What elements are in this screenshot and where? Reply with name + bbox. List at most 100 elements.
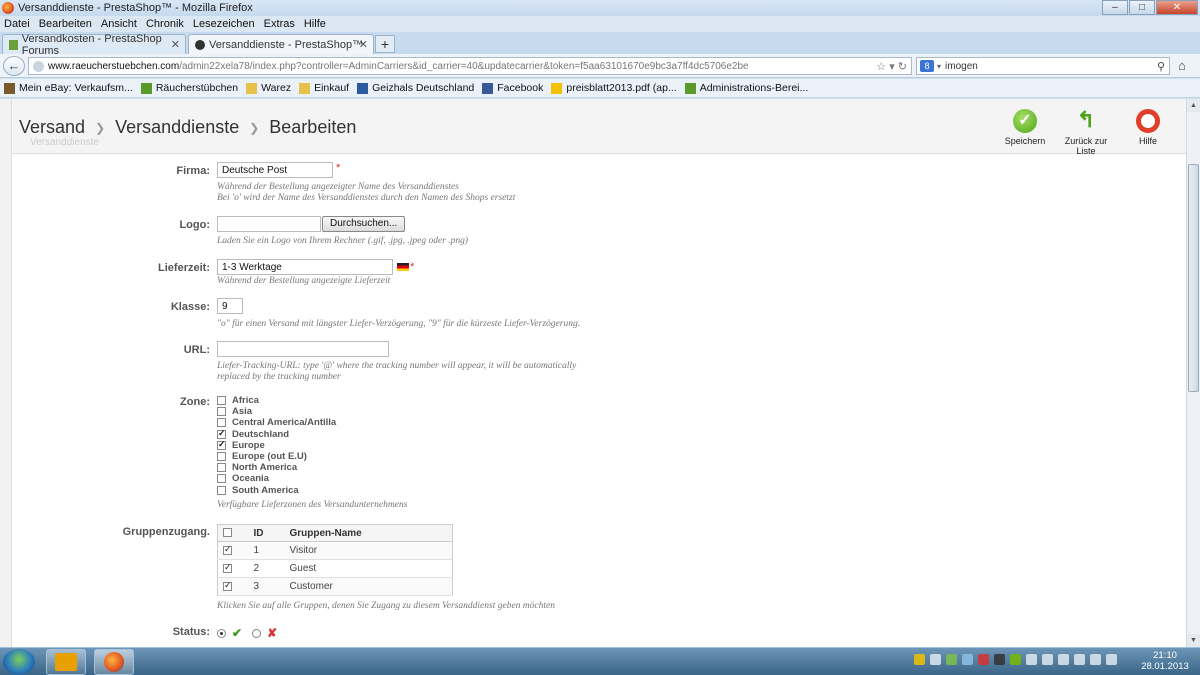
zone-item[interactable]: Central America/Antilla [217,417,407,428]
zone-item[interactable]: Europe [217,439,407,451]
zone-checkbox[interactable] [217,418,226,428]
back-to-list-button[interactable]: ↰ Zurück zur Liste [1054,109,1118,157]
bookmark-geizhals[interactable]: Geizhals Deutschland [357,82,474,94]
bookmark-label: preisblatt2013.pdf (ap... [566,82,677,94]
zone-item[interactable]: Asia [217,406,407,417]
menu-lesezeichen[interactable]: Lesezeichen [193,18,255,30]
vertical-scrollbar[interactable]: ▲ ▼ [1186,99,1200,647]
scroll-up-icon[interactable]: ▲ [1187,99,1200,112]
bookmark-warez[interactable]: Warez [246,82,291,94]
taskbar-firefox[interactable] [94,649,134,675]
zone-checkbox[interactable] [217,407,226,417]
zone-checkbox[interactable] [217,485,226,495]
flag-icon[interactable] [1106,654,1117,665]
home-icon[interactable]: ⌂ [1178,58,1186,73]
browse-button[interactable]: Durchsuchen... [322,216,406,232]
taskbar-clock[interactable]: 21:10 28.01.2013 [1140,650,1190,672]
menu-bearbeiten[interactable]: Bearbeiten [39,18,92,30]
scroll-down-icon[interactable]: ▼ [1187,634,1200,647]
group-checkbox[interactable] [223,562,232,573]
zone-item[interactable]: Deutschland [217,428,407,440]
tab-versanddienste[interactable]: Versanddienste - PrestaShop™ ✕ [188,34,374,54]
tray-app-icon[interactable] [946,654,957,665]
zone-checkbox[interactable] [217,463,226,473]
breadcrumb: Versand ❯ Versanddienste ❯ Bearbeiten [19,117,356,138]
zone-item[interactable]: South America [217,485,407,496]
bookmark-administration[interactable]: Administrations-Berei... [684,82,808,94]
menu-chronik[interactable]: Chronik [146,18,184,30]
nvidia-icon[interactable] [1010,654,1021,665]
tray-app-icon[interactable] [962,654,973,665]
tray-app-icon[interactable] [914,654,925,665]
url-host: www.raeucherstuebchen.com [48,60,180,72]
device-icon[interactable] [1058,654,1069,665]
tray-app-icon[interactable] [930,654,941,665]
zone-checkbox[interactable] [217,439,226,450]
firma-input[interactable]: Deutsche Post [217,162,333,178]
bookmark-ebay[interactable]: Mein eBay: Verkaufsm... [4,82,133,94]
tray-app-icon[interactable] [1026,654,1037,665]
network-icon[interactable] [1074,654,1085,665]
zone-checkbox[interactable] [217,452,226,462]
zone-item[interactable]: Europe (out E.U) [217,451,407,462]
table-row[interactable]: 3 Customer [217,577,453,596]
table-row[interactable]: 2 Guest [217,559,453,578]
maximize-button[interactable]: □ [1129,0,1155,15]
status-enabled-radio[interactable] [217,628,226,638]
url-bar-icons[interactable]: ☆ ▾ ↻ [876,60,907,73]
breadcrumb-versanddienste[interactable]: Versanddienste [115,117,239,138]
antivirus-icon[interactable] [978,654,989,665]
tray-app-icon[interactable] [994,654,1005,665]
zone-list: Africa Asia Central America/Antilla Deut… [217,395,407,511]
help-button[interactable]: Hilfe [1132,109,1164,146]
zone-checkbox[interactable] [217,428,226,439]
select-all-checkbox[interactable] [223,528,232,538]
close-tab-icon[interactable]: ✕ [359,38,368,51]
menu-extras[interactable]: Extras [264,18,295,30]
group-name: Visitor [289,541,453,560]
new-tab-button[interactable]: + [375,35,395,53]
zone-checkbox[interactable] [217,474,226,484]
klasse-input[interactable]: 9 [217,298,243,314]
chevron-down-icon[interactable]: ▾ [937,62,941,71]
url-bar[interactable]: www.raeucherstuebchen.com/admin22xela78/… [28,57,912,75]
zone-item[interactable]: Oceania [217,473,407,484]
url-input[interactable] [217,341,389,357]
globe-icon [33,60,44,72]
breadcrumb-versand[interactable]: Versand [19,117,85,138]
lieferzeit-input[interactable]: 1-3 Werktage [217,259,393,275]
search-bar[interactable]: 8 ▾ imogen ⚲ [916,57,1170,75]
menu-datei[interactable]: Datei [4,18,30,30]
minimize-button[interactable]: – [1102,0,1128,15]
close-tab-icon[interactable]: ✕ [171,38,180,51]
back-button[interactable]: ← [3,56,25,76]
group-checkbox[interactable] [223,544,232,555]
menu-hilfe[interactable]: Hilfe [304,18,326,30]
bookmark-raeucherstuebchen[interactable]: Räucherstübchen [140,82,238,94]
status-disabled-radio[interactable] [252,628,262,638]
german-flag-icon[interactable] [397,263,409,271]
zone-item[interactable]: Africa [217,395,407,406]
zone-item[interactable]: North America [217,462,407,473]
close-window-button[interactable]: ✕ [1156,0,1198,15]
bookmark-preisblatt[interactable]: preisblatt2013.pdf (ap... [551,82,677,94]
menu-ansicht[interactable]: Ansicht [101,18,137,30]
table-row[interactable]: 1 Visitor [217,541,453,560]
bluetooth-icon[interactable] [1042,654,1053,665]
bookmark-facebook[interactable]: Facebook [482,82,543,94]
label-zone: Zone: [180,396,210,408]
zone-checkbox[interactable] [217,396,226,406]
save-button[interactable]: ✓ Speichern [1002,109,1048,146]
search-icon[interactable]: ⚲ [1157,60,1165,73]
search-engine-icon[interactable]: 8 [920,60,934,72]
start-button[interactable] [3,649,35,675]
taskbar-outlook[interactable] [46,649,86,675]
group-checkbox[interactable] [223,580,232,591]
scrollbar-thumb[interactable] [1188,164,1199,392]
tab-prestashop-forums[interactable]: Versandkosten - PrestaShop Forums ✕ [2,33,186,57]
logo-file-input[interactable] [217,216,321,232]
tab-strip: Versandkosten - PrestaShop Forums ✕ Vers… [0,32,1200,57]
volume-icon[interactable] [1090,654,1101,665]
search-input[interactable]: imogen [945,61,978,72]
bookmark-einkauf[interactable]: Einkauf [299,82,349,94]
